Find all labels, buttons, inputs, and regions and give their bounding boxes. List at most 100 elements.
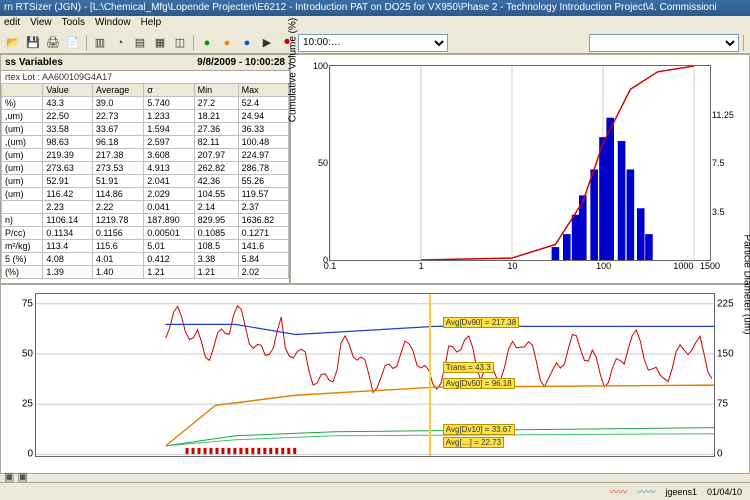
trend-ytick: 50 (22, 348, 36, 359)
table-cell: 273.53 (92, 162, 143, 175)
ytick: 50 (318, 158, 330, 168)
ytick-right: 3.5 (710, 207, 725, 217)
trend-ytick-right: 150 (714, 348, 734, 359)
table-cell: %) (2, 97, 43, 110)
table-cell: 262.82 (194, 162, 238, 175)
play-button[interactable]: ▶ (258, 34, 276, 52)
xtick: 1 (419, 260, 424, 271)
menu-window[interactable]: Window (95, 17, 131, 31)
table-cell: 4.01 (92, 253, 143, 266)
distribution-chart: Cumulative Volume (%) 100 50 0 11.25 7.5… (290, 54, 750, 284)
table-cell: 141.6 (238, 240, 288, 253)
trend-ytick: 25 (22, 399, 36, 410)
y-axis-label: Cumulative Volume (%) (288, 18, 299, 122)
trend-plot-area: 75 50 25 0 225 150 75 0 Avg[Dv90] = 217.… (35, 293, 715, 457)
process-variables-panel: ss Variables 9/8/2009 - 10:00:28 rtex Lo… (0, 54, 290, 284)
save-button[interactable]: 💾 (24, 34, 42, 52)
table-cell: 39.0 (92, 97, 143, 110)
ytick: 100 (313, 61, 330, 71)
ytick-right: 7.5 (710, 158, 725, 168)
table-cell: 52.91 (43, 175, 93, 188)
table-cell: 2.23 (43, 201, 93, 214)
panel-title: ss Variables (5, 57, 63, 68)
xtick: 1000 (673, 260, 693, 271)
table-cell: 2.041 (144, 175, 194, 188)
table-cell: ,um) (2, 110, 43, 123)
table-cell: 2.02 (238, 266, 288, 279)
table-cell: 115.6 (92, 240, 143, 253)
toolbar: 📂 💾 🖨 📄 ▥ ◔ ▤ ▦ ◫ ● ● ● ▶ ⏺ 10:00:… (0, 32, 750, 54)
variables-table: ValueAverageσMinMax%)43.339.05.74027.252… (1, 83, 289, 279)
table-cell: (um) (2, 123, 43, 136)
table-cell: 27.2 (194, 97, 238, 110)
table-row: n)1106.141219.78187.890829.951636.82 (2, 214, 289, 227)
xtick: 10 (507, 260, 517, 271)
table-cell: 286.78 (238, 162, 288, 175)
status-date: 01/04/10 (707, 487, 742, 497)
table-row: (um)33.5833.671.59427.3636.33 (2, 123, 289, 136)
table-cell: 1.594 (144, 123, 194, 136)
status-bar: 〰〰 〰〰 jgeens1 01/04/10 (0, 482, 750, 500)
tag-dv10: Avg[Dv10] = 33.67 (443, 424, 515, 435)
menu-help[interactable]: Help (141, 17, 162, 31)
table-cell: 1636.82 (238, 214, 288, 227)
table-cell: 224.97 (238, 149, 288, 162)
props-button[interactable]: 📄 (64, 34, 82, 52)
view-graph-button[interactable]: ◫ (171, 34, 189, 52)
menu-tools[interactable]: Tools (62, 17, 85, 31)
tag-trans: Trans = 43.3 (443, 362, 494, 373)
table-cell: 113.4 (43, 240, 93, 253)
xtick: 0.1 (324, 260, 337, 271)
view-table-button[interactable]: ▦ (151, 34, 169, 52)
table-header: Value (43, 84, 93, 97)
view-line-button[interactable]: ▤ (131, 34, 149, 52)
table-row: %)43.339.05.74027.252.4 (2, 97, 289, 110)
table-cell: 42.36 (194, 175, 238, 188)
table-row: P/cc)0.11340.11560.005010.10850.1271 (2, 227, 289, 240)
table-cell: 18.21 (194, 110, 238, 123)
table-row: ,um)22.5022.731.23318.2124.94 (2, 110, 289, 123)
view-pie-button[interactable]: ◔ (111, 34, 129, 52)
trend-chart: Particle Diameter (um) 75 50 25 0 225 15… (0, 284, 750, 474)
table-cell: 207.97 (194, 149, 238, 162)
time-select[interactable]: 10:00:… (298, 34, 448, 52)
table-cell: 33.58 (43, 123, 93, 136)
table-header: σ (144, 84, 194, 97)
table-cell: 100.48 (238, 136, 288, 149)
table-cell: (um) (2, 149, 43, 162)
trend-ytick-right: 225 (714, 298, 734, 309)
panel-subtitle: rtex Lot : AA600109G4A17 (1, 71, 289, 83)
empty-select[interactable] (589, 34, 739, 52)
table-cell: 1.21 (144, 266, 194, 279)
table-cell: 52.4 (238, 97, 288, 110)
table-cell: 55.26 (238, 175, 288, 188)
table-cell: 114.86 (92, 188, 143, 201)
table-row: (%)1.391.401.211.212.02 (2, 266, 289, 279)
table-cell: 98.63 (43, 136, 93, 149)
table-cell: 2.22 (92, 201, 143, 214)
table-cell: 1.39 (43, 266, 93, 279)
time-marker[interactable] (429, 294, 431, 456)
table-row: (um)116.42114.862.029104.55119.57 (2, 188, 289, 201)
trend-ytick: 0 (27, 449, 36, 460)
status-blue-icon: ● (238, 34, 256, 52)
table-cell: 0.412 (144, 253, 194, 266)
table-cell: 104.55 (194, 188, 238, 201)
separator (86, 35, 87, 51)
table-row: (um)52.9151.912.04142.3655.26 (2, 175, 289, 188)
view-bar-button[interactable]: ▥ (91, 34, 109, 52)
table-cell: n) (2, 214, 43, 227)
xtick: 1500 (700, 260, 720, 271)
tag-other: Avg[…] = 22.73 (443, 437, 504, 448)
status-orange-icon: ● (218, 34, 236, 52)
table-cell: 82.11 (194, 136, 238, 149)
menu-edit[interactable]: edit (4, 17, 20, 31)
table-cell: (um) (2, 162, 43, 175)
table-cell: 219.39 (43, 149, 93, 162)
menu-view[interactable]: View (30, 17, 52, 31)
table-cell (2, 201, 43, 214)
print-button[interactable]: 🖨 (44, 34, 62, 52)
table-cell: 4.08 (43, 253, 93, 266)
table-cell: (%) (2, 266, 43, 279)
open-button[interactable]: 📂 (4, 34, 22, 52)
